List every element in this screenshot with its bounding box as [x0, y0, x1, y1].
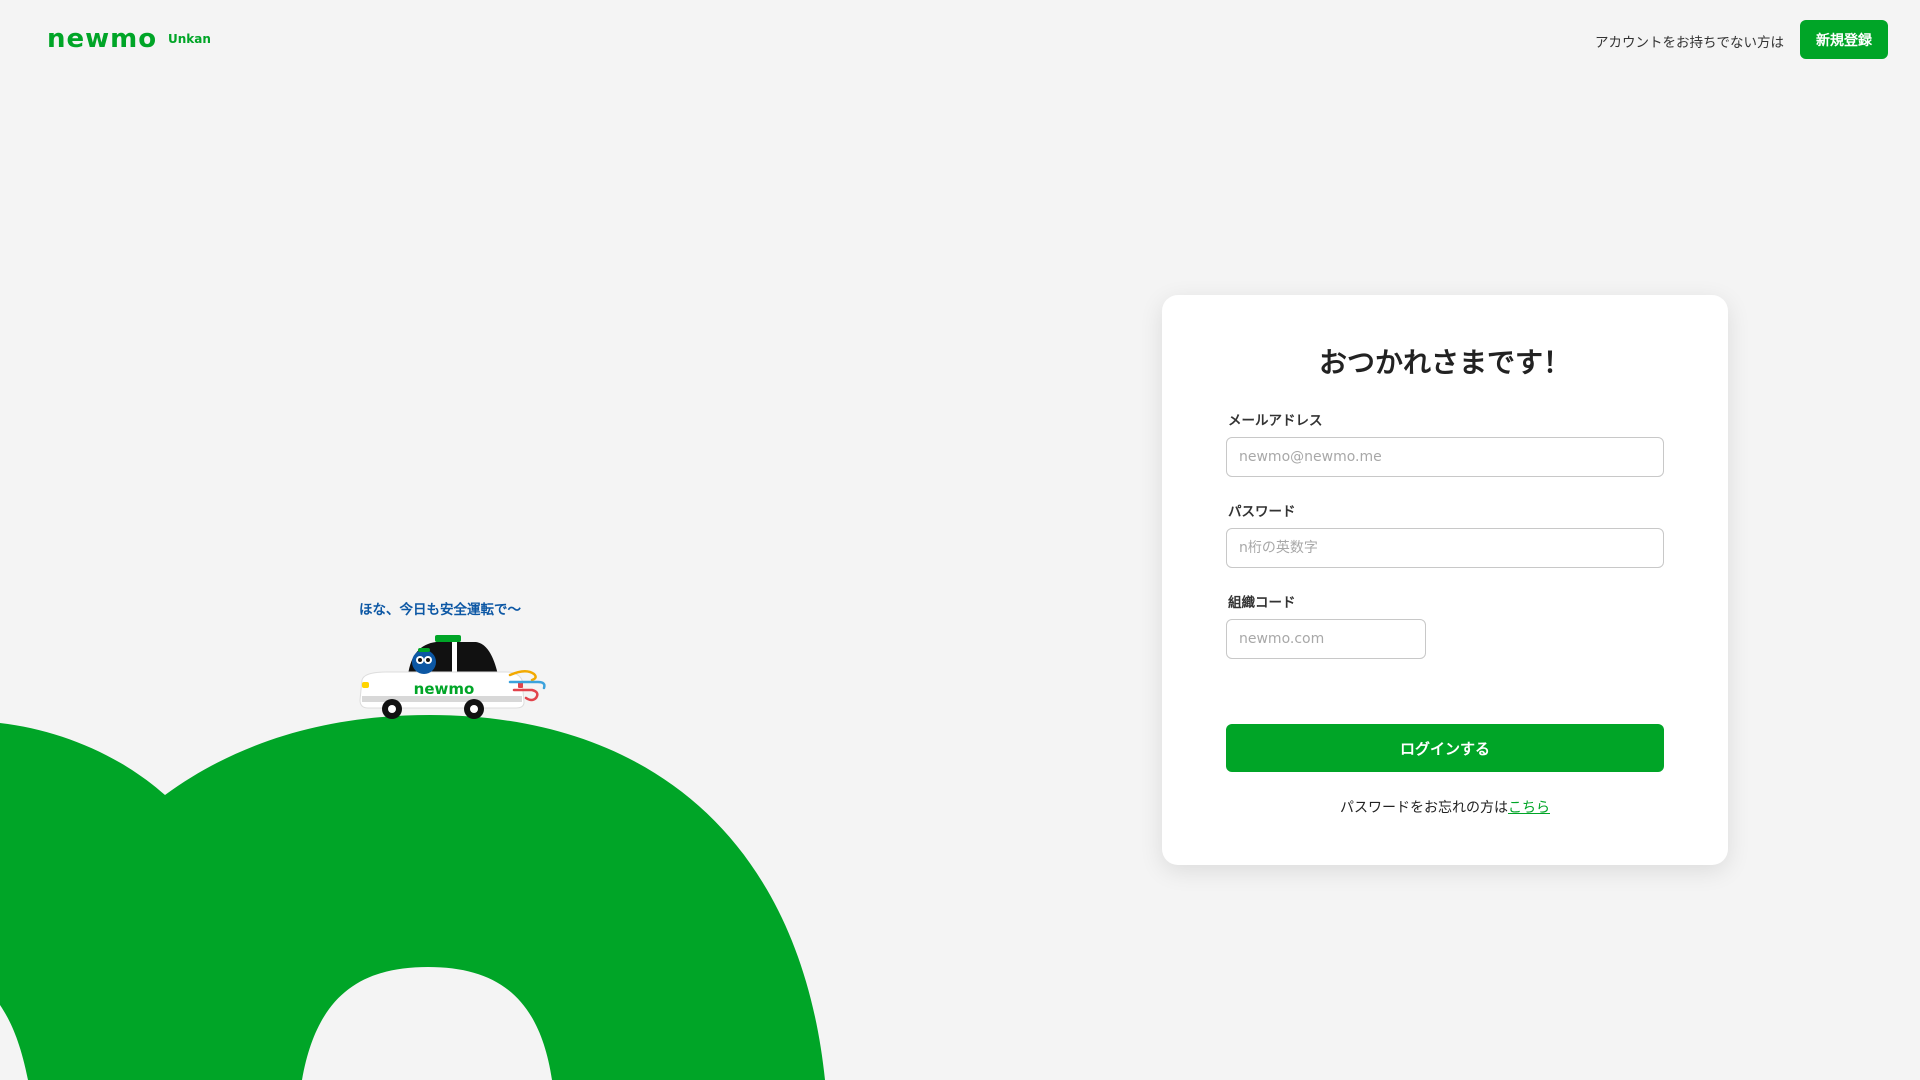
signup-button[interactable]: 新規登録: [1800, 20, 1888, 59]
login-page: newmo Unkan アカウントをお持ちでない方は 新規登録 ほな、今日も安全…: [0, 0, 1920, 1080]
logo-text: newmo: [47, 24, 158, 54]
password-field[interactable]: [1226, 528, 1664, 568]
product-name: Unkan: [168, 32, 211, 46]
newmo-logo[interactable]: newmo: [47, 26, 156, 52]
login-card: おつかれさまです！ メールアドレス パスワード 組織コード ログインする パスワ…: [1162, 295, 1728, 865]
top-header: newmo Unkan アカウントをお持ちでない方は 新規登録: [0, 0, 1920, 80]
password-label: パスワード: [1228, 504, 1296, 520]
forgot-password-text: パスワードをお忘れの方はこちら: [1162, 797, 1728, 817]
forgot-password-link[interactable]: こちら: [1508, 800, 1550, 816]
email-field[interactable]: [1226, 437, 1664, 477]
taxi-car-illustration: newmo: [359, 635, 546, 719]
signup-prompt: アカウントをお持ちでない方は: [1595, 35, 1784, 51]
org-code-field[interactable]: [1226, 619, 1426, 659]
login-button[interactable]: ログインする: [1226, 724, 1664, 772]
login-title: おつかれさまです！: [1318, 346, 1571, 379]
car-logo-text: newmo: [414, 680, 475, 698]
org-code-label: 組織コード: [1228, 595, 1296, 611]
forgot-password-prefix: パスワードをお忘れの方は: [1340, 800, 1508, 816]
brand-m-shape: [0, 715, 825, 1080]
email-label: メールアドレス: [1228, 413, 1323, 429]
tagline: ほな、今日も安全運転で〜: [359, 602, 521, 618]
